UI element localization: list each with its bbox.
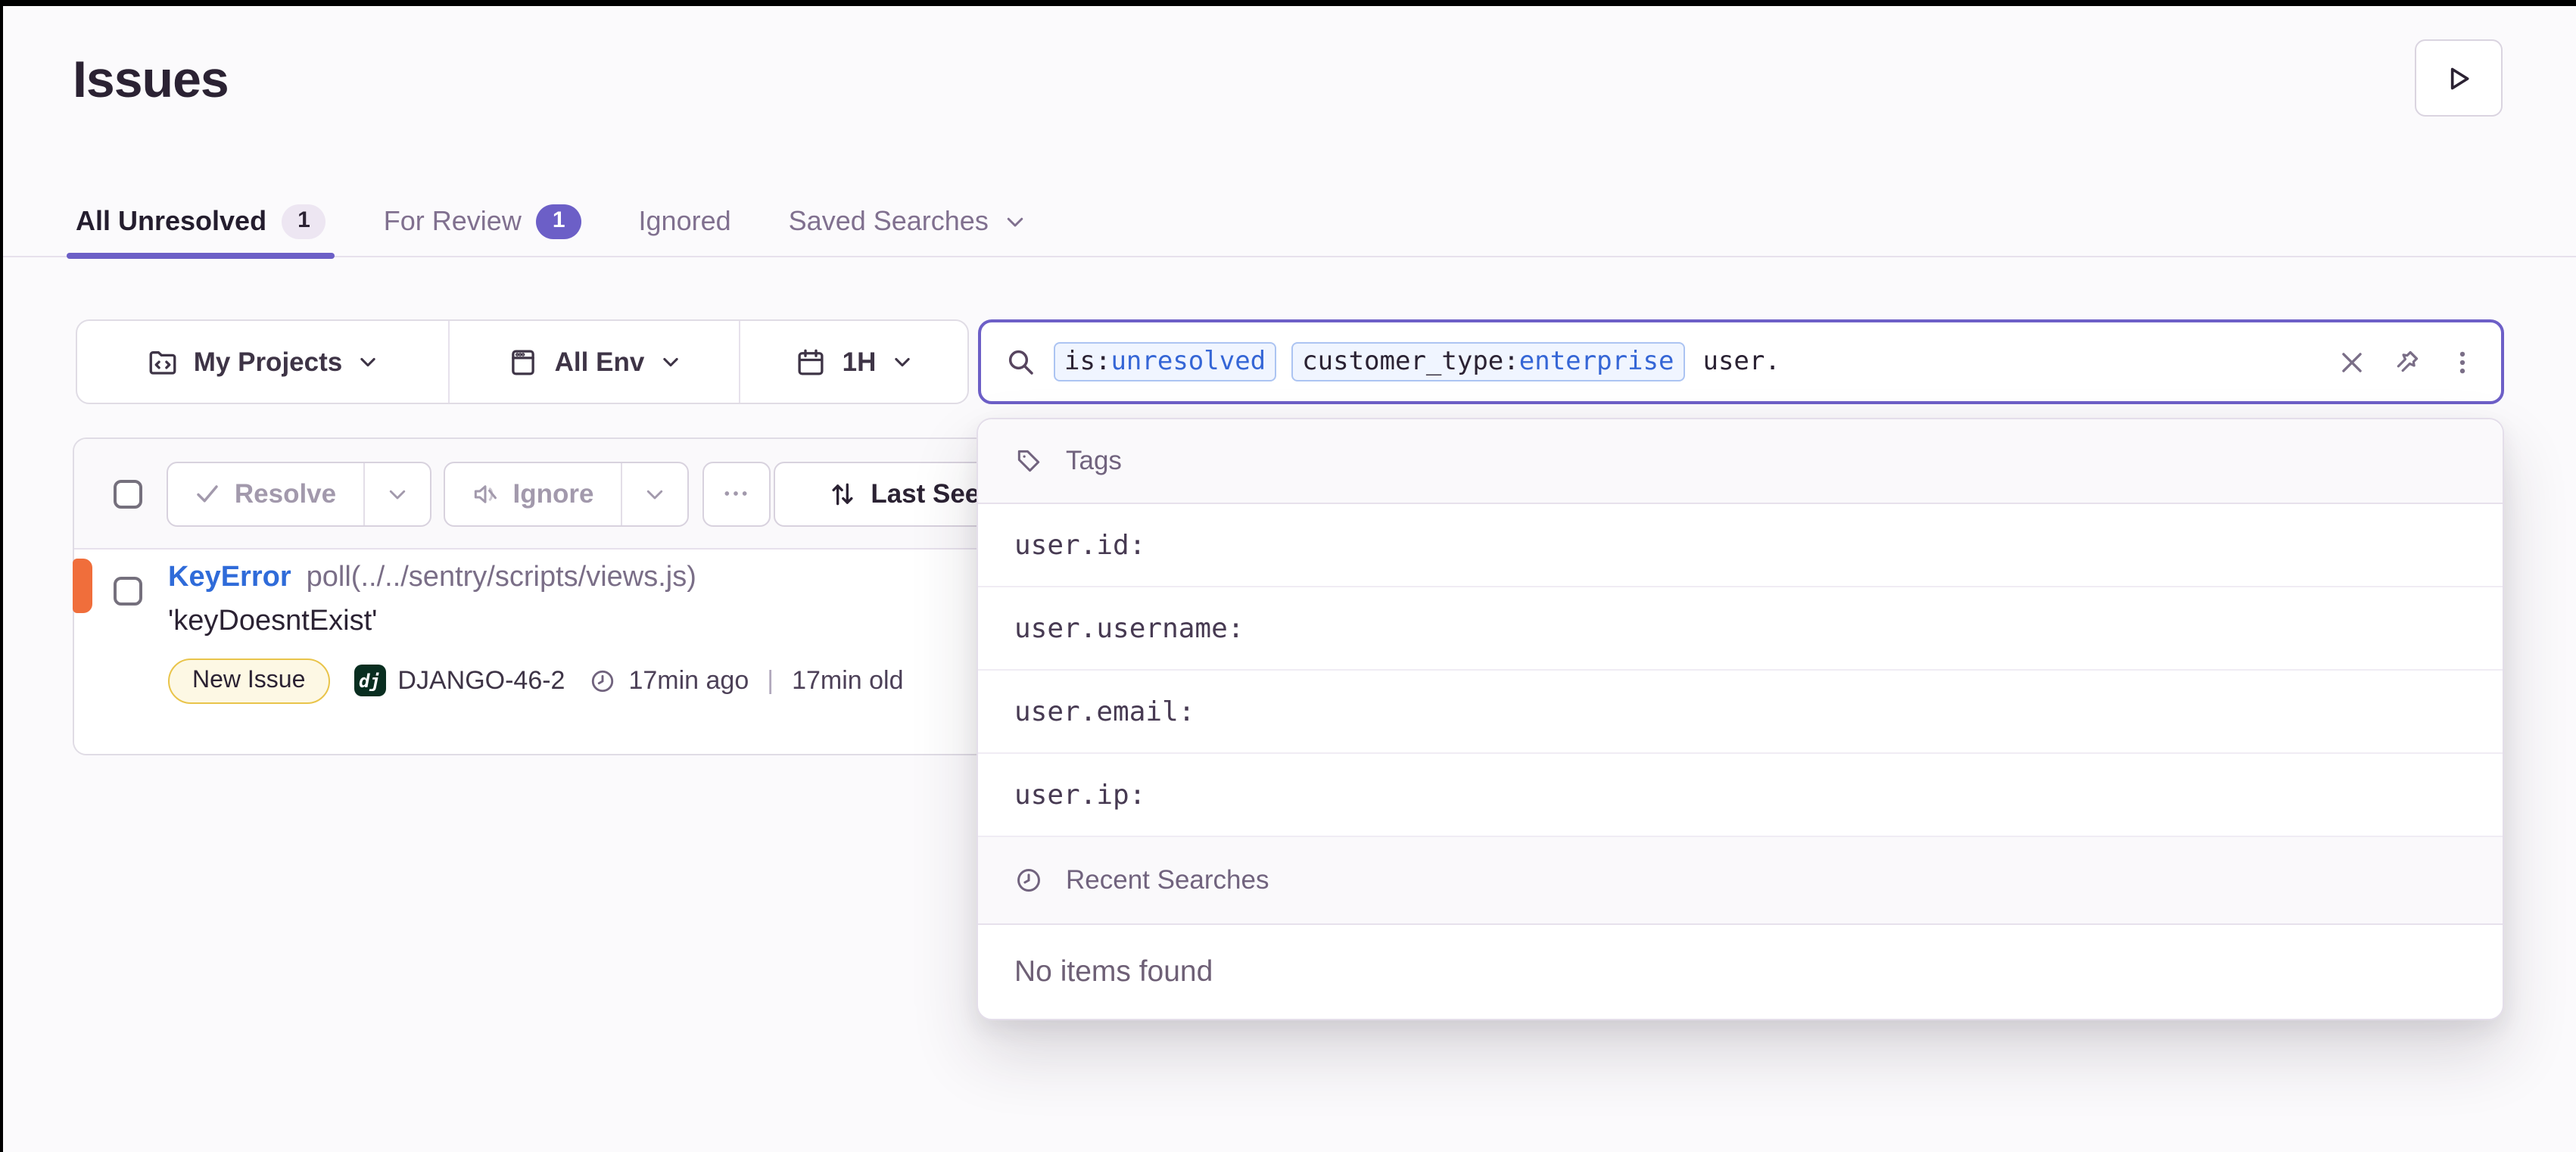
error-level-bar [72, 558, 92, 612]
clock-icon [589, 667, 616, 694]
sort-arrows-icon [828, 479, 857, 508]
search-token-customer-type[interactable]: customer_type:enterprise [1291, 342, 1684, 381]
tab-for-review[interactable]: For Review 1 [381, 185, 584, 257]
search-autocomplete-dropdown: Tags user.id: user.username: user.email:… [977, 418, 2503, 1020]
tags-header-label: Tags [1066, 445, 1122, 477]
pin-search-icon[interactable] [2391, 347, 2422, 377]
chevron-down-icon [659, 351, 681, 372]
issue-meta: New Issue dj DJANGO-46-2 17min ago | [168, 658, 904, 703]
issue-checkbox[interactable] [114, 576, 142, 605]
window-edge-left [0, 0, 2, 1152]
token-value: unresolved [1110, 347, 1266, 377]
active-tab-underline [67, 252, 335, 259]
play-icon [2444, 63, 2474, 93]
issue-list-tabs: All Unresolved 1 For Review 1 Ignored Sa… [73, 185, 1029, 257]
issue-short-id: DJANGO-46-2 [397, 665, 565, 696]
tag-suggestion-user-id[interactable]: user.id: [978, 504, 2502, 587]
time-range-filter-dropdown[interactable]: 1H [739, 321, 967, 403]
tag-suggestion-user-username[interactable]: user.username: [978, 587, 2502, 671]
select-all-checkbox[interactable] [114, 480, 142, 509]
page-title: Issues [73, 51, 229, 111]
project-filter-value: My Projects [194, 346, 342, 378]
more-actions-button[interactable] [702, 461, 770, 526]
time-range-value: 1H [843, 346, 877, 378]
project-ref[interactable]: dj DJANGO-46-2 [354, 665, 565, 696]
ignore-dropdown-button[interactable] [620, 462, 687, 525]
no-items-found: No items found [978, 925, 2502, 1019]
issue-culprit: poll(../../sentry/scripts/views.js) [307, 561, 696, 594]
tab-all-unresolved[interactable]: All Unresolved 1 [73, 185, 329, 257]
projects-icon [147, 346, 179, 378]
chevron-down-icon [643, 482, 665, 505]
clock-icon [1014, 866, 1043, 895]
resolve-split-button: Resolve [166, 461, 431, 526]
ellipsis-icon [703, 462, 768, 525]
search-token-is-unresolved[interactable]: is:unresolved [1054, 342, 1276, 381]
ignore-split-button: Ignore [443, 461, 688, 526]
issue-title-link[interactable]: KeyError [168, 561, 291, 594]
token-value: enterprise [1519, 347, 1674, 377]
issue-content: KeyError poll(../../sentry/scripts/views… [168, 561, 904, 703]
mute-icon [471, 479, 500, 508]
issue-search-input[interactable]: is:unresolved customer_type:enterprise u… [978, 319, 2503, 404]
window-edge-top [0, 0, 2576, 5]
ignore-button[interactable]: Ignore [444, 462, 620, 525]
tags-section-header: Tags [978, 419, 2502, 504]
tab-label: Saved Searches [789, 205, 989, 237]
tab-label: Ignored [639, 205, 731, 237]
search-icon [1005, 347, 1036, 377]
search-free-text: user. [1702, 347, 1780, 377]
tab-label: For Review [384, 205, 522, 237]
django-project-icon: dj [354, 665, 385, 696]
issue-old: 17min old [792, 665, 903, 696]
environment-filter-dropdown[interactable]: All Env [448, 321, 739, 403]
calendar-icon [796, 346, 827, 378]
tab-ignored[interactable]: Ignored [636, 185, 734, 257]
issue-age: 17min ago [628, 665, 749, 696]
issue-times: 17min ago | 17min old [589, 665, 903, 696]
tab-label: All Unresolved [76, 205, 266, 237]
resolve-button[interactable]: Resolve [167, 462, 363, 525]
tab-count-badge: 1 [537, 204, 581, 238]
tag-suggestion-user-email[interactable]: user.email: [978, 671, 2502, 754]
recent-searches-label: Recent Searches [1066, 864, 1269, 896]
clear-search-icon[interactable] [2337, 347, 2366, 376]
search-query: is:unresolved customer_type:enterprise u… [1054, 342, 1780, 381]
tag-suggestion-user-ip[interactable]: user.ip: [978, 754, 2502, 837]
sentry-issues-page: Issues All Unresolved 1 For Review 1 [0, 0, 2576, 1152]
resolve-label: Resolve [235, 478, 336, 509]
times-separator: | [761, 665, 780, 696]
project-filter-dropdown[interactable]: My Projects [77, 321, 448, 403]
tab-saved-searches[interactable]: Saved Searches [786, 185, 1029, 257]
token-key: customer_type: [1302, 347, 1519, 377]
tag-icon [1014, 447, 1043, 475]
replay-tour-button[interactable] [2415, 39, 2503, 117]
chevron-down-icon [385, 482, 408, 505]
chevron-down-icon [891, 351, 912, 372]
check-icon [194, 480, 221, 507]
chevron-down-icon [1004, 210, 1026, 232]
resolve-dropdown-button[interactable] [363, 462, 429, 525]
new-issue-badge: New Issue [168, 658, 329, 703]
search-menu-kebab-icon[interactable] [2447, 347, 2476, 376]
token-key: is: [1064, 347, 1110, 377]
environment-filter-value: All Env [555, 346, 645, 378]
recent-searches-header: Recent Searches [978, 837, 2502, 925]
ignore-label: Ignore [513, 478, 594, 509]
page-filter-bar: My Projects All Env [76, 319, 969, 404]
chevron-down-icon [357, 351, 378, 372]
environment-icon [508, 346, 540, 378]
tab-count-badge: 1 [282, 204, 326, 238]
search-actions [2337, 347, 2476, 377]
issue-message: 'keyDoesntExist' [168, 605, 904, 638]
